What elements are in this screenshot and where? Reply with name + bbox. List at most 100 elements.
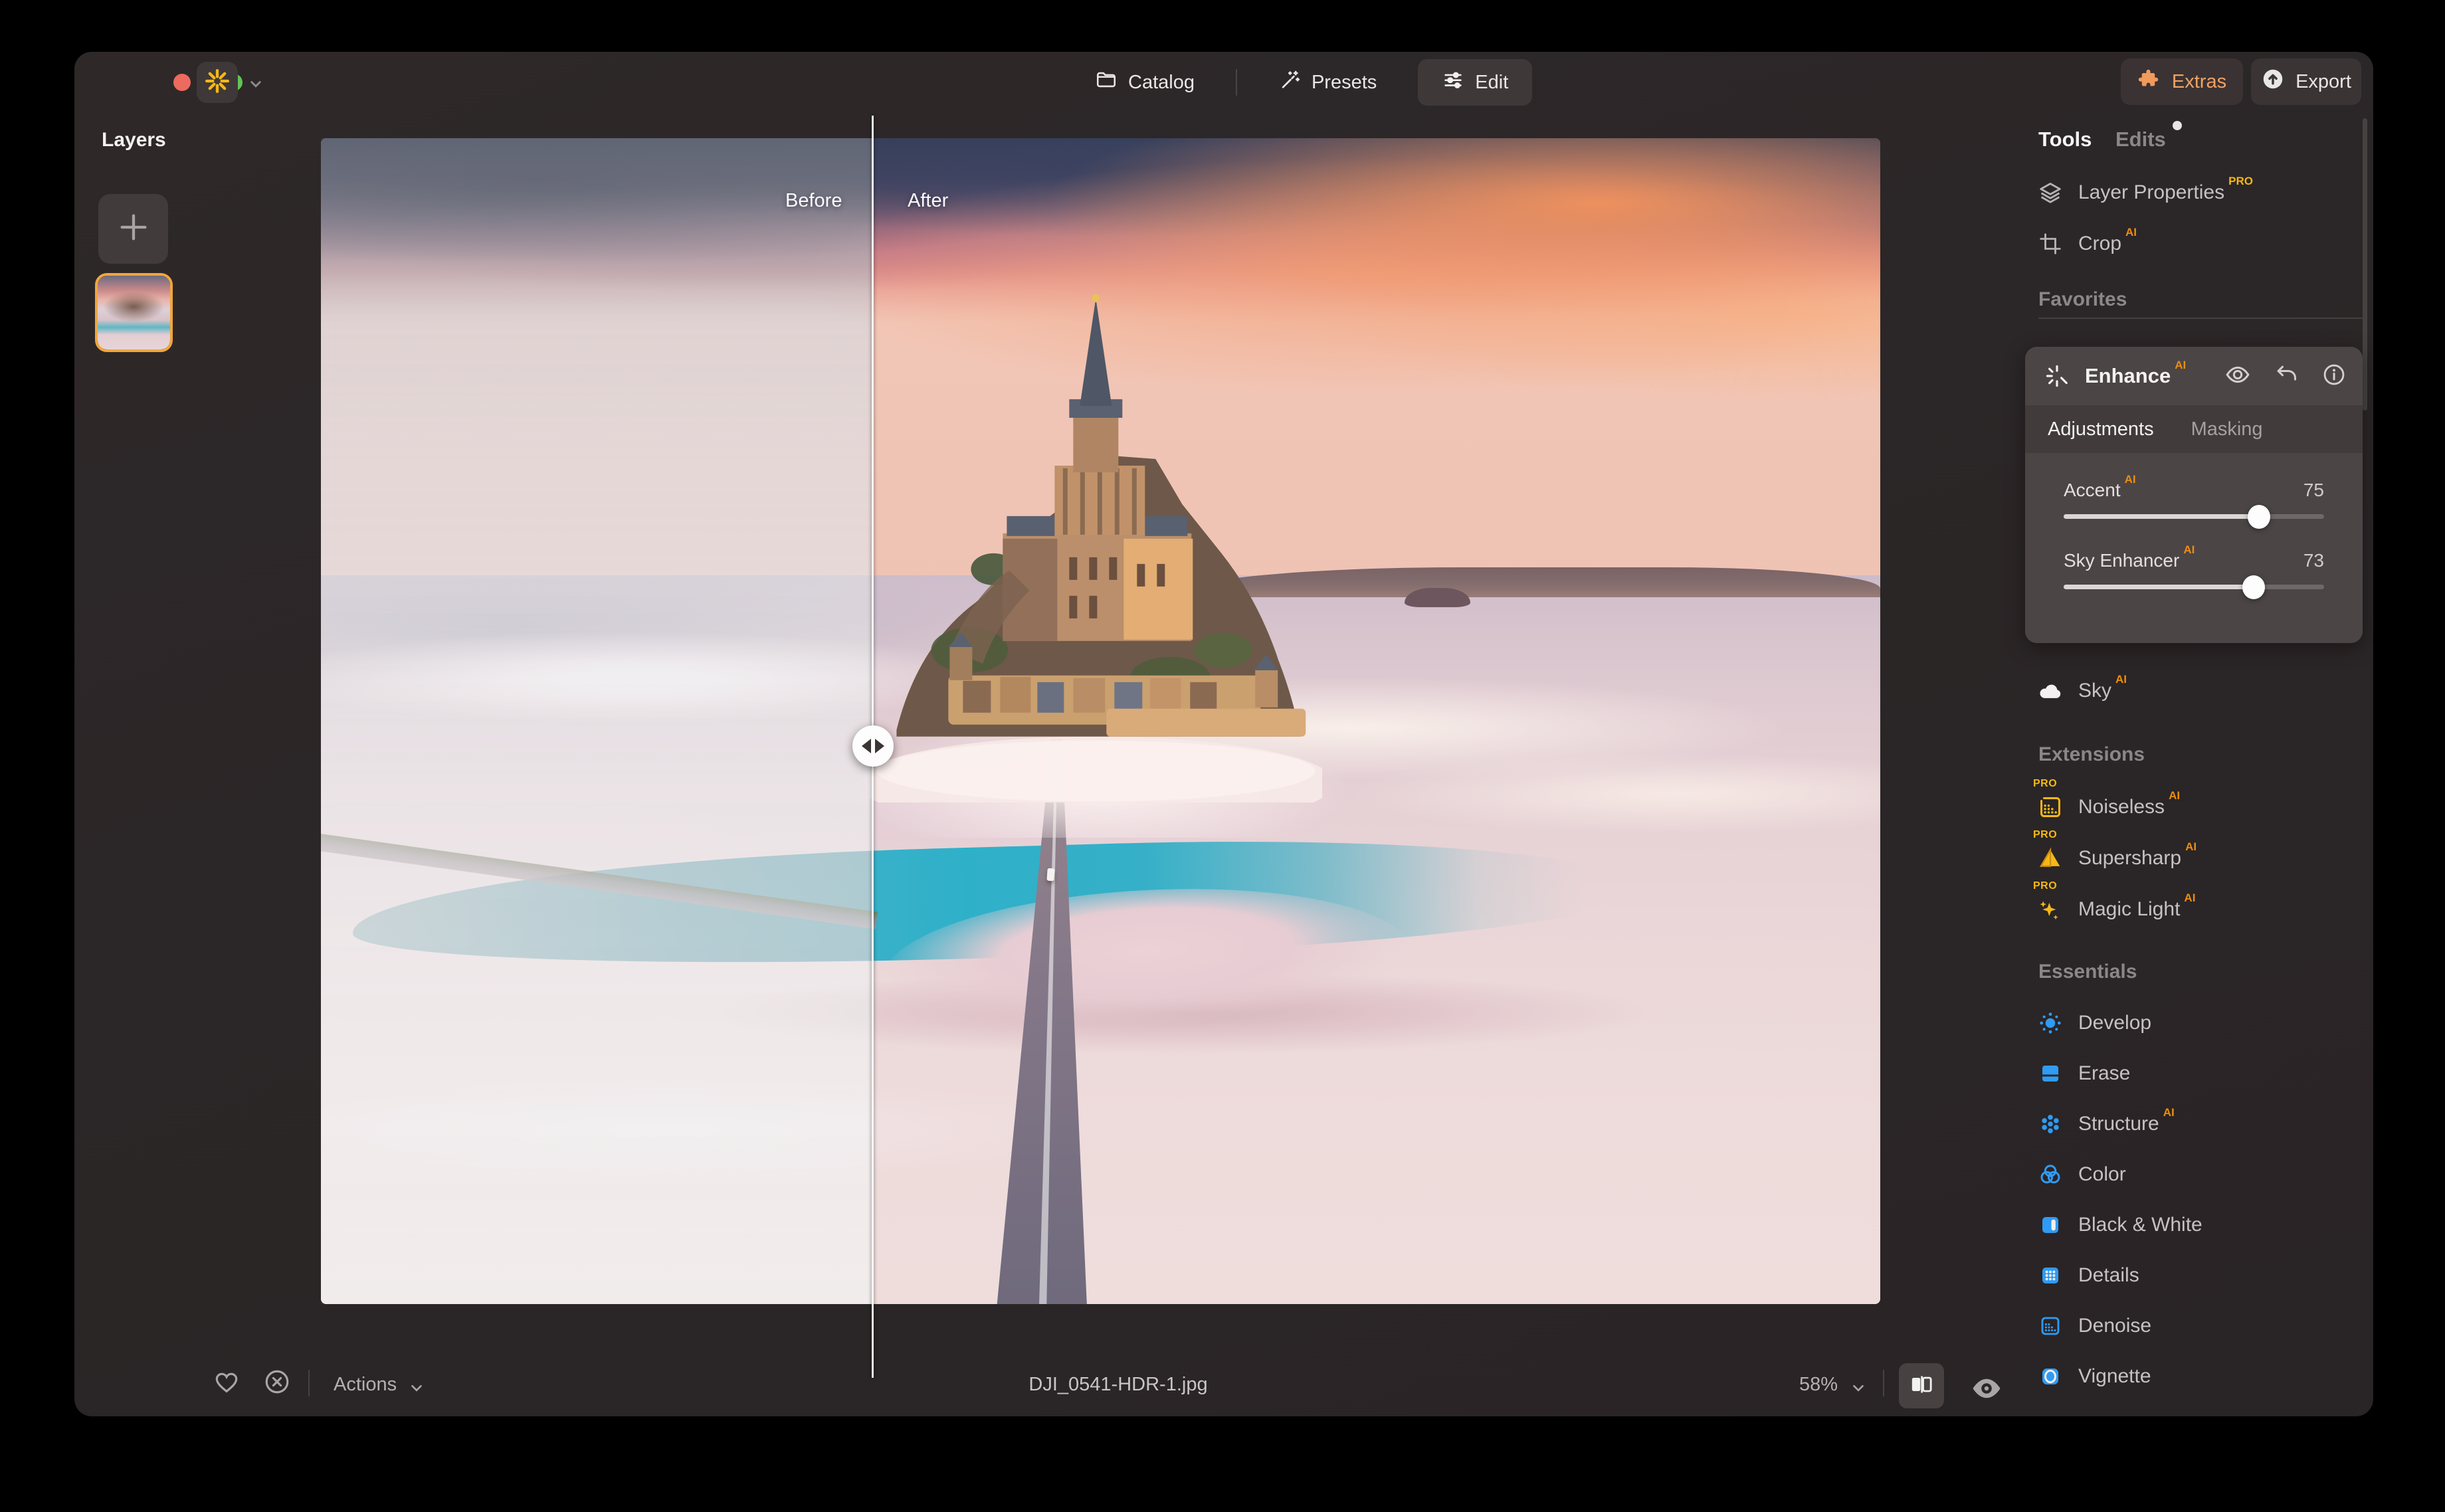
compare-view-toggle-button[interactable] [1899,1363,1944,1408]
tab-adjustments[interactable]: Adjustments [2048,419,2154,440]
image-canvas[interactable] [321,138,1880,1304]
close-window-button[interactable] [173,74,191,91]
tool-row-black-and-white[interactable]: Black & White [2036,1206,2368,1244]
layer-thumbnail-image [98,276,170,349]
luminar-star-icon [204,68,231,98]
tool-row-sky[interactable]: SkyAI [2036,672,2368,709]
accent-slider-row: AccentAI 75 [2064,480,2324,501]
tab-edit[interactable]: Edit [1418,59,1532,106]
tool-row-layer-properties[interactable]: Layer PropertiesPRO [2036,174,2368,211]
extras-label: Extras [2172,71,2226,93]
export-button[interactable]: Export [2251,58,2361,105]
bottom-bar-divider [1883,1370,1884,1396]
zoom-level-dropdown[interactable]: 58% [1799,1374,1838,1396]
preview-eye-icon[interactable] [1969,1371,2004,1409]
enhance-header[interactable]: EnhanceAI [2025,347,2363,405]
supersharp-icon: PRO [2036,844,2065,873]
reset-undo-icon[interactable] [2274,362,2299,391]
bottom-bar-divider [308,1370,310,1396]
tab-masking[interactable]: Masking [2191,419,2263,440]
tool-row-erase[interactable]: Erase [2036,1055,2368,1092]
tool-row-supersharp[interactable]: PRO SupersharpAI [2036,840,2368,877]
tool-row-noiseless[interactable]: PRO NoiselessAI [2036,789,2368,826]
panel-tab-edits[interactable]: Edits [2115,128,2166,151]
tool-row-label: Color [2078,1163,2126,1186]
panel-scrollbar[interactable] [2363,118,2367,411]
add-layer-button[interactable] [98,194,168,264]
tool-row-label: Vignette [2078,1365,2151,1388]
tool-row-label: Layer PropertiesPRO [2078,181,2253,204]
before-label: Before [785,190,842,212]
sky-enhancer-label: Sky EnhancerAI [2064,550,2195,571]
enhance-tool-card: EnhanceAI Adjustments Masking AccentAI 7… [2025,347,2363,643]
tool-row-label: Develop [2078,1012,2151,1034]
photo-vehicle-on-bridge [1046,868,1054,881]
accent-slider-knob[interactable] [2248,505,2270,529]
panel-section-divider [2038,318,2365,319]
photo-small-island [1405,588,1470,607]
denoise-icon [2036,1311,2065,1341]
actions-dropdown[interactable]: Actions [334,1374,397,1396]
app-window: Catalog Presets Edit Extras [74,52,2373,1416]
split-compare-icon [1908,1371,1935,1401]
accent-slider-track[interactable] [2064,514,2324,519]
tool-row-label: NoiselessAI [2078,796,2180,818]
actions-chevron-down-icon[interactable] [408,1379,425,1400]
luminar-logo-button[interactable] [197,62,238,103]
tab-presets[interactable]: Presets [1254,59,1401,106]
layer-thumbnail-selected[interactable] [95,273,173,352]
accent-value: 75 [2303,480,2324,501]
favorite-heart-icon[interactable] [213,1368,241,1399]
arrow-left-icon [862,739,871,753]
compare-slider-handle[interactable] [852,725,894,767]
tool-row-crop[interactable]: CropAI [2036,225,2368,262]
tab-catalog-label: Catalog [1128,72,1195,94]
tool-row-label: Black & White [2078,1214,2202,1236]
tool-row-label: Details [2078,1264,2139,1287]
vignette-icon [2036,1362,2065,1391]
structure-dots-icon [2036,1109,2065,1139]
compare-eye-icon[interactable] [2224,361,2251,391]
plus-icon [116,210,151,248]
sky-enhancer-slider-track[interactable] [2064,585,2324,589]
puzzle-icon [2137,67,2161,96]
info-icon[interactable] [2321,362,2347,391]
tool-row-vignette[interactable]: Vignette [2036,1358,2368,1395]
magic-wand-icon [1278,68,1301,96]
tool-row-color[interactable]: Color [2036,1156,2368,1193]
tool-row-details[interactable]: Details [2036,1257,2368,1294]
reject-x-circle-icon[interactable] [263,1368,291,1399]
tab-presets-label: Presets [1312,72,1377,94]
cloud-icon [2036,676,2065,706]
tool-row-magic-light[interactable]: PRO Magic LightAI [2036,891,2368,928]
extras-button[interactable]: Extras [2121,58,2243,105]
tool-row-label: StructureAI [2078,1113,2175,1135]
sliders-icon [1442,68,1464,96]
tool-row-structure[interactable]: StructureAI [2036,1105,2368,1143]
tool-row-label: Erase [2078,1062,2130,1085]
zoom-chevron-down-icon[interactable] [1850,1379,1867,1400]
mont-saint-michel-illustration [870,278,1322,803]
pro-badge: PRO [2033,880,2057,892]
tab-catalog[interactable]: Catalog [1071,59,1219,106]
pro-badge: PRO [2033,778,2057,790]
sky-enhancer-slider-knob[interactable] [2242,575,2265,599]
crop-icon [2036,229,2065,258]
extensions-heading: Extensions [2038,743,2145,766]
arrow-right-icon [875,739,884,753]
panel-tab-tools[interactable]: Tools [2038,128,2092,151]
tool-row-develop[interactable]: Develop [2036,1004,2368,1042]
magic-light-icon: PRO [2036,895,2065,924]
tab-edit-label: Edit [1475,72,1508,94]
after-label: After [908,190,948,212]
sky-enhancer-slider-row: Sky EnhancerAI 73 [2064,550,2324,571]
tool-row-denoise[interactable]: Denoise [2036,1307,2368,1345]
tool-row-label: Denoise [2078,1315,2151,1337]
nav-divider [1236,69,1237,96]
tool-row-label: SupersharpAI [2078,847,2197,870]
logo-chevron-down-icon[interactable] [246,74,266,97]
develop-sun-icon [2036,1008,2065,1038]
black-white-icon [2036,1210,2065,1240]
tool-row-label: Magic LightAI [2078,898,2195,921]
sky-enhancer-value: 73 [2303,550,2324,571]
